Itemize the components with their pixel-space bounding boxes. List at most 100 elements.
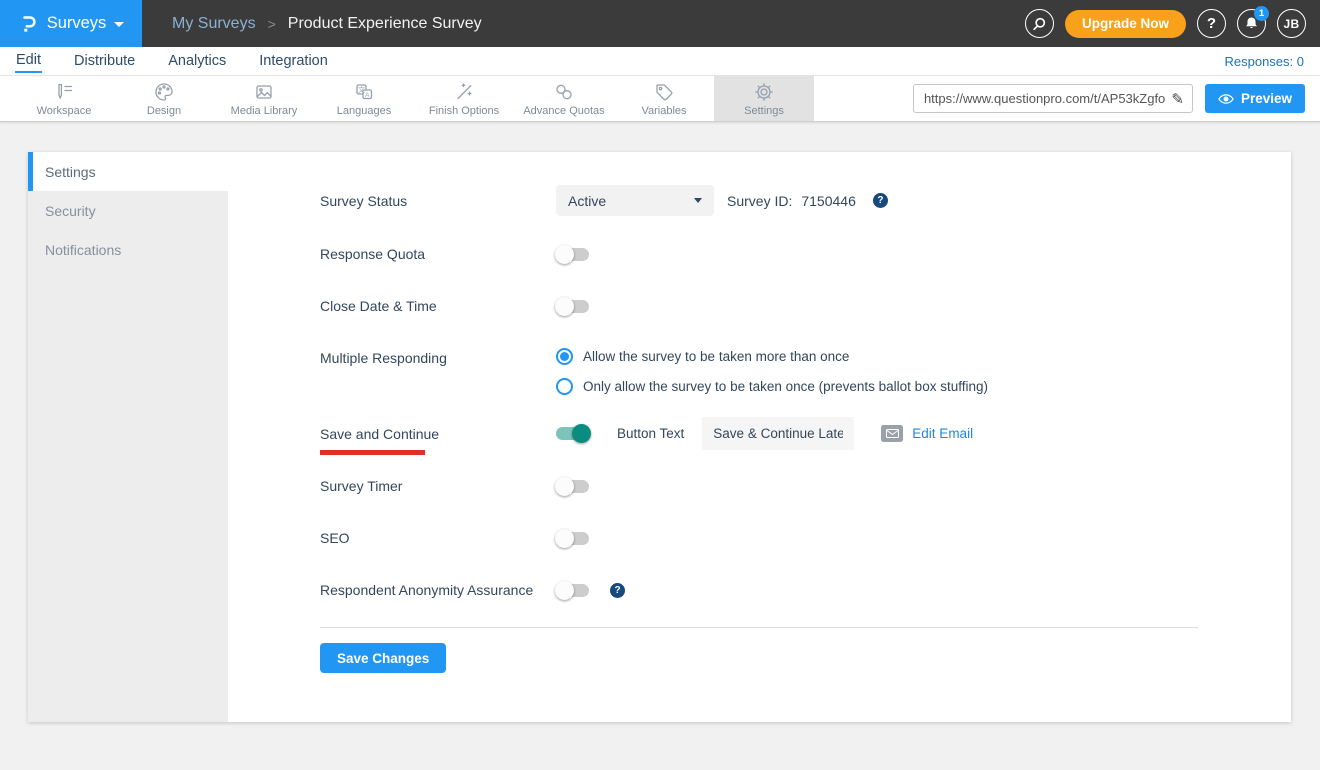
links-icon	[553, 81, 575, 103]
email-icon	[881, 425, 903, 442]
palette-icon	[153, 81, 175, 103]
toolbar-tab-settings[interactable]: Settings	[714, 76, 814, 121]
breadcrumb-separator: >	[268, 16, 276, 32]
toolbar-tab-finish-options[interactable]: Finish Options	[414, 76, 514, 121]
breadcrumb-current: Product Experience Survey	[288, 15, 482, 33]
notification-badge: 1	[1254, 6, 1269, 21]
eye-icon	[1218, 93, 1234, 105]
breadcrumb-my-surveys[interactable]: My Surveys	[172, 15, 256, 33]
button-text-label: Button Text	[617, 426, 684, 441]
sidebar-item-security[interactable]: Security	[28, 191, 228, 230]
tab-edit[interactable]: Edit	[15, 50, 42, 73]
upgrade-now-button[interactable]: Upgrade Now	[1065, 10, 1186, 38]
edit-url-icon[interactable]: ✎	[1171, 90, 1192, 108]
search-icon	[1030, 15, 1048, 33]
survey-url-input[interactable]	[914, 91, 1171, 106]
toggle-knob	[555, 529, 574, 548]
annotation-red-underline	[320, 450, 425, 455]
radio-label: Allow the survey to be taken more than o…	[583, 349, 849, 364]
toggle-knob	[555, 297, 574, 316]
toolbar-tab-design[interactable]: Design	[114, 76, 214, 121]
multiple-responding-options: Allow the survey to be taken more than o…	[556, 348, 988, 395]
toolbar-tab-label: Media Library	[231, 105, 298, 117]
survey-timer-toggle[interactable]	[556, 480, 589, 493]
notifications-button[interactable]: 1	[1237, 9, 1266, 38]
preview-label: Preview	[1241, 91, 1292, 106]
breadcrumb: My Surveys > Product Experience Survey	[172, 15, 482, 33]
tab-distribute[interactable]: Distribute	[73, 51, 136, 72]
edit-email-link[interactable]: Edit Email	[912, 426, 973, 441]
survey-id-help-icon[interactable]: ?	[873, 193, 888, 208]
radio-dot	[560, 352, 569, 361]
toolbar-tab-label: Finish Options	[429, 105, 499, 117]
survey-url-box: ✎	[913, 84, 1193, 113]
survey-status-select[interactable]: Active	[556, 185, 714, 216]
response-quota-toggle[interactable]	[556, 248, 589, 261]
setting-row-survey-status: Survey Status Active Survey ID: 7150446 …	[320, 185, 1291, 216]
sidebar-item-settings[interactable]: Settings	[28, 152, 228, 191]
setting-row-multiple-responding: Multiple Responding Allow the survey to …	[320, 348, 1291, 395]
top-header: Surveys My Surveys > Product Experience …	[0, 0, 1320, 47]
sidebar-item-notifications[interactable]: Notifications	[28, 230, 228, 269]
setting-row-survey-timer: Survey Timer	[320, 476, 1291, 496]
sidebar-item-label: Security	[45, 203, 96, 219]
image-icon	[253, 81, 275, 103]
settings-card: Settings Security Notifications Survey S…	[28, 152, 1291, 722]
save-changes-button[interactable]: Save Changes	[320, 643, 446, 673]
multiple-responding-label: Multiple Responding	[320, 350, 556, 366]
toggle-knob	[555, 477, 574, 496]
toolbar-right: ✎ Preview	[913, 76, 1320, 121]
chevron-down-icon	[114, 22, 124, 27]
toolbar-tab-workspace[interactable]: Workspace	[14, 76, 114, 121]
question-mark-icon: ?	[1207, 15, 1216, 32]
radio-label: Only allow the survey to be taken once (…	[583, 379, 988, 394]
preview-button[interactable]: Preview	[1205, 84, 1305, 113]
header-actions: Upgrade Now ? 1 JB	[1025, 9, 1320, 38]
respondent-anonymity-label: Respondent Anonymity Assurance	[320, 582, 556, 598]
avatar-initials: JB	[1284, 17, 1300, 31]
radio-option-allow-multiple: Allow the survey to be taken more than o…	[556, 348, 988, 365]
setting-row-seo: SEO	[320, 528, 1291, 548]
response-quota-label: Response Quota	[320, 246, 556, 262]
tab-analytics[interactable]: Analytics	[167, 51, 227, 72]
respondent-anonymity-help-icon[interactable]: ?	[610, 583, 625, 598]
setting-row-close-date: Close Date & Time	[320, 296, 1291, 316]
survey-status-label: Survey Status	[320, 193, 556, 209]
user-avatar[interactable]: JB	[1277, 9, 1306, 38]
sidebar-item-label: Settings	[45, 164, 96, 180]
edit-toolbar: Workspace Design Media Library 文 A Langu…	[0, 76, 1320, 122]
translate-icon: 文 A	[353, 81, 375, 103]
toolbar-tab-media-library[interactable]: Media Library	[214, 76, 314, 121]
toolbar-tab-label: Design	[147, 105, 181, 117]
save-and-continue-toggle[interactable]	[556, 427, 589, 440]
chevron-down-icon	[694, 198, 702, 203]
seo-label: SEO	[320, 530, 556, 546]
toolbar-tab-label: Settings	[744, 105, 784, 117]
search-button[interactable]	[1025, 9, 1054, 38]
toolbar-tab-label: Variables	[641, 105, 686, 117]
section-nav: Edit Distribute Analytics Integration Re…	[0, 47, 1320, 76]
radio-allow-multiple[interactable]	[556, 348, 573, 365]
seo-toggle[interactable]	[556, 532, 589, 545]
toolbar-tab-label: Workspace	[37, 105, 92, 117]
button-text-input[interactable]	[702, 417, 854, 450]
workspace-icon	[53, 81, 75, 103]
svg-text:A: A	[365, 91, 370, 98]
sidebar-item-label: Notifications	[45, 242, 121, 258]
toolbar-tab-label: Advance Quotas	[523, 105, 604, 117]
toolbar-tab-languages[interactable]: 文 A Languages	[314, 76, 414, 121]
close-date-toggle[interactable]	[556, 300, 589, 313]
tab-integration[interactable]: Integration	[258, 51, 329, 72]
responses-count: Responses: 0	[1225, 54, 1320, 69]
toolbar-tab-variables[interactable]: Variables	[614, 76, 714, 121]
toolbar-tab-advance-quotas[interactable]: Advance Quotas	[514, 76, 614, 121]
help-button[interactable]: ?	[1197, 9, 1226, 38]
survey-id-value: 7150446	[801, 193, 856, 209]
survey-timer-label: Survey Timer	[320, 478, 556, 494]
radio-only-once[interactable]	[556, 378, 573, 395]
save-and-continue-label-text: Save and Continue	[320, 426, 439, 442]
product-switcher[interactable]: Surveys	[0, 0, 142, 47]
save-and-continue-label: Save and Continue	[320, 426, 556, 442]
close-date-label: Close Date & Time	[320, 298, 556, 314]
respondent-anonymity-toggle[interactable]	[556, 584, 589, 597]
